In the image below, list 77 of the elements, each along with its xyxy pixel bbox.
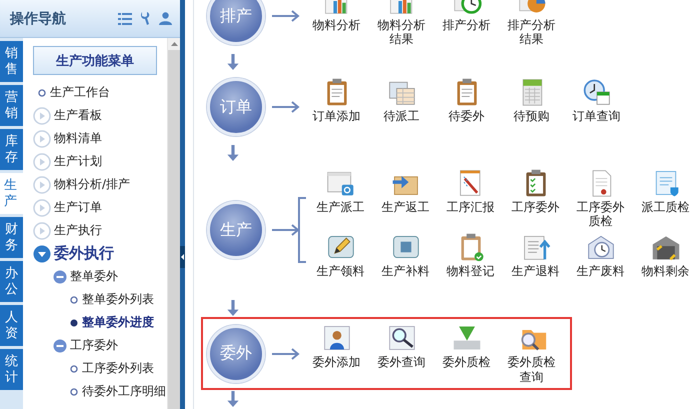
down-arrow-icon [226, 144, 240, 161]
hollow-dot-icon[interactable] [37, 88, 47, 98]
tree-item[interactable]: 生产计划 [54, 153, 102, 170]
module-tab[interactable]: 营销 [0, 85, 23, 126]
scrollbar[interactable] [167, 38, 180, 409]
minus-icon[interactable] [53, 270, 67, 284]
user-icon[interactable] [159, 12, 172, 25]
stage-circle: 生产 [207, 201, 265, 260]
panel-title: 操作导航 [10, 10, 67, 28]
down-arrow-icon [226, 54, 240, 70]
tree-item[interactable]: 工序委外 [70, 337, 118, 354]
right-arrow-icon [272, 10, 300, 22]
stage-circle: 订单 [207, 78, 265, 136]
function-link[interactable]: 物料登记 [445, 264, 496, 294]
stage-circle: 排产 [207, 0, 265, 46]
hollow-dot-icon[interactable] [69, 294, 79, 304]
module-tab[interactable]: 生产 [0, 173, 23, 214]
function-link[interactable]: 待委外 [441, 108, 492, 138]
function-link[interactable]: 生产补料 [380, 264, 431, 294]
collapse-handle-icon[interactable] [180, 246, 185, 268]
tree-item[interactable]: 待委外工序明细 [82, 383, 166, 400]
scroll-up-arrow-icon[interactable] [170, 42, 178, 46]
function-link[interactable]: 委外质检查询 [506, 355, 557, 384]
function-link[interactable]: 物料剩余 [640, 264, 691, 294]
tree-item[interactable]: 生产执行 [54, 222, 102, 239]
bracket-line [298, 197, 306, 264]
filled-dot-icon[interactable] [69, 318, 79, 328]
collapse-icon[interactable] [33, 244, 51, 262]
tree-item[interactable]: 整单委外 [70, 268, 118, 285]
clock-calendar-icon[interactable] [582, 76, 612, 107]
function-link[interactable]: 排产分析 [441, 18, 492, 47]
tree-item[interactable]: 物料清单 [54, 130, 102, 147]
function-link[interactable]: 工序委外 [510, 200, 561, 228]
function-link[interactable]: 物料分析结果 [376, 18, 427, 47]
list-icon[interactable] [118, 12, 132, 24]
tree-item[interactable]: 物料分析/排产 [54, 176, 130, 193]
menu-header-button[interactable]: 生产功能菜单 [33, 46, 157, 75]
tree-item[interactable]: 整单委外列表 [82, 291, 154, 308]
right-arrow-icon [272, 348, 300, 360]
minus-icon[interactable] [53, 338, 67, 352]
function-link[interactable]: 待预购 [506, 108, 557, 138]
function-link[interactable]: 派工质检 [640, 200, 691, 228]
module-tab[interactable]: 销售 [0, 41, 23, 82]
right-arrow-icon [272, 101, 300, 114]
function-link[interactable]: 委外查询 [376, 355, 427, 384]
function-link[interactable]: 排产分析结果 [506, 18, 557, 47]
function-link[interactable]: 物料分析 [311, 18, 362, 47]
function-link[interactable]: 生产退料 [510, 264, 561, 294]
hollow-dot-icon[interactable] [69, 364, 79, 374]
module-tab[interactable]: 人资 [0, 305, 23, 346]
function-link[interactable]: 生产派工 [315, 200, 366, 228]
tree-item[interactable]: 生产工作台 [50, 84, 110, 101]
tree-item[interactable]: 工序委外列表 [82, 360, 154, 377]
tree-item[interactable]: 生产订单 [54, 199, 102, 216]
module-tab[interactable]: 财务 [0, 217, 23, 258]
hollow-dot-icon[interactable] [69, 386, 79, 396]
function-link[interactable]: 委外质检 [441, 355, 492, 384]
down-arrow-icon [226, 300, 240, 316]
function-link[interactable]: 生产返工 [380, 200, 431, 228]
function-link[interactable]: 订单查询 [571, 108, 622, 138]
function-link[interactable]: 委外添加 [311, 355, 362, 384]
function-link[interactable]: 订单添加 [311, 108, 362, 138]
stage-circle: 委外 [207, 324, 265, 383]
module-tab[interactable]: 库存 [0, 129, 23, 170]
module-tab[interactable]: 统计 [0, 349, 23, 390]
tree-item[interactable]: 委外执行 [54, 244, 114, 263]
right-arrow-icon [272, 224, 300, 236]
function-link[interactable]: 工序汇报 [445, 200, 496, 228]
module-tab[interactable]: 办公 [0, 261, 23, 302]
function-link[interactable]: 待派工 [376, 108, 427, 138]
function-link[interactable]: 工序委外质检 [575, 200, 626, 228]
tree-item[interactable]: 整单委外进度 [82, 314, 154, 331]
tree-item[interactable]: 生产看板 [54, 107, 102, 124]
wrench-icon[interactable] [140, 12, 151, 25]
function-link[interactable]: 生产领料 [315, 264, 366, 294]
function-link[interactable]: 生产废料 [575, 264, 626, 294]
down-arrow-icon [226, 390, 240, 407]
